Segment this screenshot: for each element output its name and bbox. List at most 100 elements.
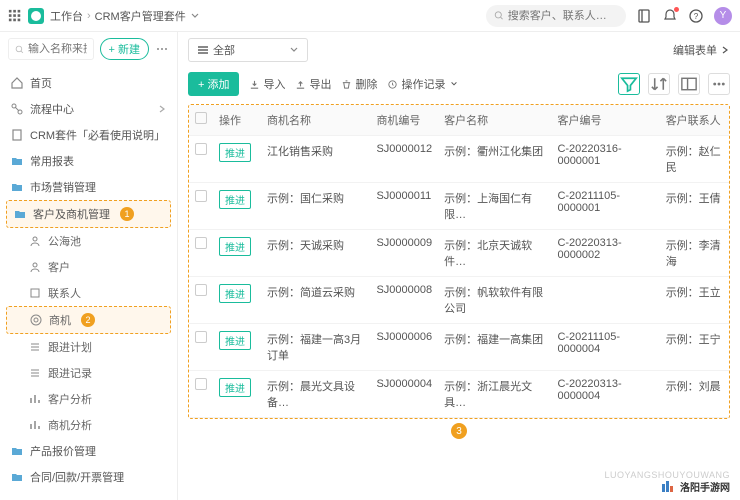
- apps-icon[interactable]: [8, 9, 22, 23]
- bell-icon[interactable]: [662, 8, 678, 24]
- sort-button[interactable]: [648, 73, 670, 95]
- nav-crm-kit[interactable]: CRM套件「必看使用说明」: [0, 122, 177, 148]
- edit-form-link[interactable]: 编辑表单: [673, 42, 730, 58]
- chevron-down-icon: [289, 45, 299, 55]
- nav-reports[interactable]: 常用报表: [0, 148, 177, 174]
- folder-icon: [10, 444, 24, 458]
- cell-opp-name: 示例：天诚采购: [261, 230, 370, 277]
- cell-opp-code: SJ0000009: [370, 230, 438, 277]
- cell-opp-name: 江化销售采购: [261, 136, 370, 183]
- export-link[interactable]: 导出: [295, 76, 331, 92]
- search-icon: [494, 10, 504, 21]
- global-search[interactable]: [486, 5, 626, 27]
- table-row[interactable]: 推进示例：晨光文具设备…SJ0000004示例：浙江晨光文具…C-2022031…: [189, 371, 729, 418]
- cell-opp-code: SJ0000008: [370, 277, 438, 324]
- badge-1: 1: [120, 207, 134, 221]
- more-button[interactable]: [708, 73, 730, 95]
- sidebar-search[interactable]: [8, 38, 94, 60]
- upload-icon: [295, 79, 306, 90]
- nav-home[interactable]: 首页: [0, 70, 177, 96]
- app-badge-icon: [28, 8, 44, 24]
- nav-customer-analysis[interactable]: 客户分析: [0, 386, 177, 412]
- nav-contact[interactable]: 联系人: [0, 280, 177, 306]
- add-button[interactable]: + 添加: [188, 72, 239, 96]
- breadcrumb: 工作台 › CRM客户管理套件: [50, 8, 200, 24]
- global-search-input[interactable]: [508, 10, 618, 22]
- new-button[interactable]: + 新建: [100, 38, 149, 60]
- users-icon: [28, 234, 42, 248]
- badge-2: 2: [81, 313, 95, 327]
- delete-link[interactable]: 删除: [341, 76, 377, 92]
- col-contact: 客户联系人: [660, 105, 729, 136]
- table-row[interactable]: 推进示例：国仁采购SJ0000011示例：上海国仁有限…C-20211105-0…: [189, 183, 729, 230]
- table-row[interactable]: 推进示例：福建一高3月订单SJ0000006示例：福建一高集团C-2021110…: [189, 324, 729, 371]
- advance-button[interactable]: 推进: [219, 143, 251, 162]
- table-row[interactable]: 推进示例：简道云采购SJ0000008示例：帆软软件有限公司示例：王立: [189, 277, 729, 324]
- nav-customer[interactable]: 客户: [0, 254, 177, 280]
- nav-pool[interactable]: 公海池: [0, 228, 177, 254]
- row-checkbox[interactable]: [195, 190, 207, 202]
- col-opp-name: 商机名称: [261, 105, 370, 136]
- row-checkbox[interactable]: [195, 378, 207, 390]
- cell-cust-name: 示例：衢州江化集团: [438, 136, 551, 183]
- home-icon: [10, 76, 24, 90]
- row-checkbox[interactable]: [195, 331, 207, 343]
- nav-marketing[interactable]: 市场营销管理: [0, 174, 177, 200]
- svg-text:?: ?: [694, 12, 699, 21]
- advance-button[interactable]: 推进: [219, 237, 251, 256]
- avatar[interactable]: Y: [714, 7, 732, 25]
- nav-flow[interactable]: 流程中心: [0, 96, 177, 122]
- search-icon: [15, 44, 24, 55]
- nav-opportunity[interactable]: 商机2: [6, 306, 171, 334]
- row-checkbox[interactable]: [195, 237, 207, 249]
- doc-icon: [10, 128, 24, 142]
- book-icon[interactable]: [636, 8, 652, 24]
- advance-button[interactable]: 推进: [219, 190, 251, 209]
- list-icon: [28, 340, 42, 354]
- col-opp-code: 商机编号: [370, 105, 438, 136]
- download-icon: [249, 79, 260, 90]
- row-checkbox[interactable]: [195, 284, 207, 296]
- nav-customer-mgmt[interactable]: 客户及商机管理1: [6, 200, 171, 228]
- cell-cust-code: [551, 277, 659, 324]
- nav-opportunity-analysis[interactable]: 商机分析: [0, 412, 177, 438]
- cell-cust-name: 示例：北京天诚软件…: [438, 230, 551, 277]
- row-checkbox[interactable]: [195, 143, 207, 155]
- cell-contact: 示例：李清海: [660, 230, 729, 277]
- oplog-link[interactable]: 操作记录: [387, 76, 458, 92]
- columns-button[interactable]: [678, 73, 700, 95]
- view-select[interactable]: 全部: [188, 38, 308, 62]
- chevron-down-icon[interactable]: [190, 11, 200, 21]
- data-table: 操作 商机名称 商机编号 客户名称 客户编号 客户联系人 推进江化销售采购SJ0…: [188, 104, 730, 419]
- select-all-checkbox[interactable]: [195, 112, 207, 124]
- cell-opp-name: 示例：晨光文具设备…: [261, 371, 370, 418]
- watermark-logo-icon: [660, 478, 676, 494]
- import-link[interactable]: 导入: [249, 76, 285, 92]
- table-row[interactable]: 推进示例：天诚采购SJ0000009示例：北京天诚软件…C-20220313-0…: [189, 230, 729, 277]
- table-row[interactable]: 推进江化销售采购SJ0000012示例：衢州江化集团C-20220316-000…: [189, 136, 729, 183]
- target-icon: [29, 313, 43, 327]
- help-icon[interactable]: ?: [688, 8, 704, 24]
- chevron-down-icon: [450, 80, 458, 88]
- more-icon[interactable]: [155, 42, 169, 56]
- nav-follow-record[interactable]: 跟进记录: [0, 360, 177, 386]
- advance-button[interactable]: 推进: [219, 331, 251, 350]
- col-cust-name: 客户名称: [438, 105, 551, 136]
- cell-contact: 示例：赵仁民: [660, 136, 729, 183]
- cell-cust-code: C-20211105-0000004: [551, 324, 659, 371]
- cell-contact: 示例：刘晨: [660, 371, 729, 418]
- cell-opp-code: SJ0000011: [370, 183, 438, 230]
- nav-follow-plan[interactable]: 跟进计划: [0, 334, 177, 360]
- advance-button[interactable]: 推进: [219, 284, 251, 303]
- advance-button[interactable]: 推进: [219, 378, 251, 397]
- breadcrumb-suite[interactable]: CRM客户管理套件: [95, 8, 186, 24]
- nav-product-quote[interactable]: 产品报价管理: [0, 438, 177, 464]
- chart-icon: [28, 392, 42, 406]
- watermark-text: 洛阳手游网: [680, 479, 730, 494]
- breadcrumb-workspace[interactable]: 工作台: [50, 8, 83, 24]
- filter-button[interactable]: [618, 73, 640, 95]
- nav-contract[interactable]: 合同/回款/开票管理: [0, 464, 177, 490]
- cell-opp-name: 示例：国仁采购: [261, 183, 370, 230]
- sidebar-search-input[interactable]: [28, 43, 87, 55]
- cell-opp-name: 示例：福建一高3月订单: [261, 324, 370, 371]
